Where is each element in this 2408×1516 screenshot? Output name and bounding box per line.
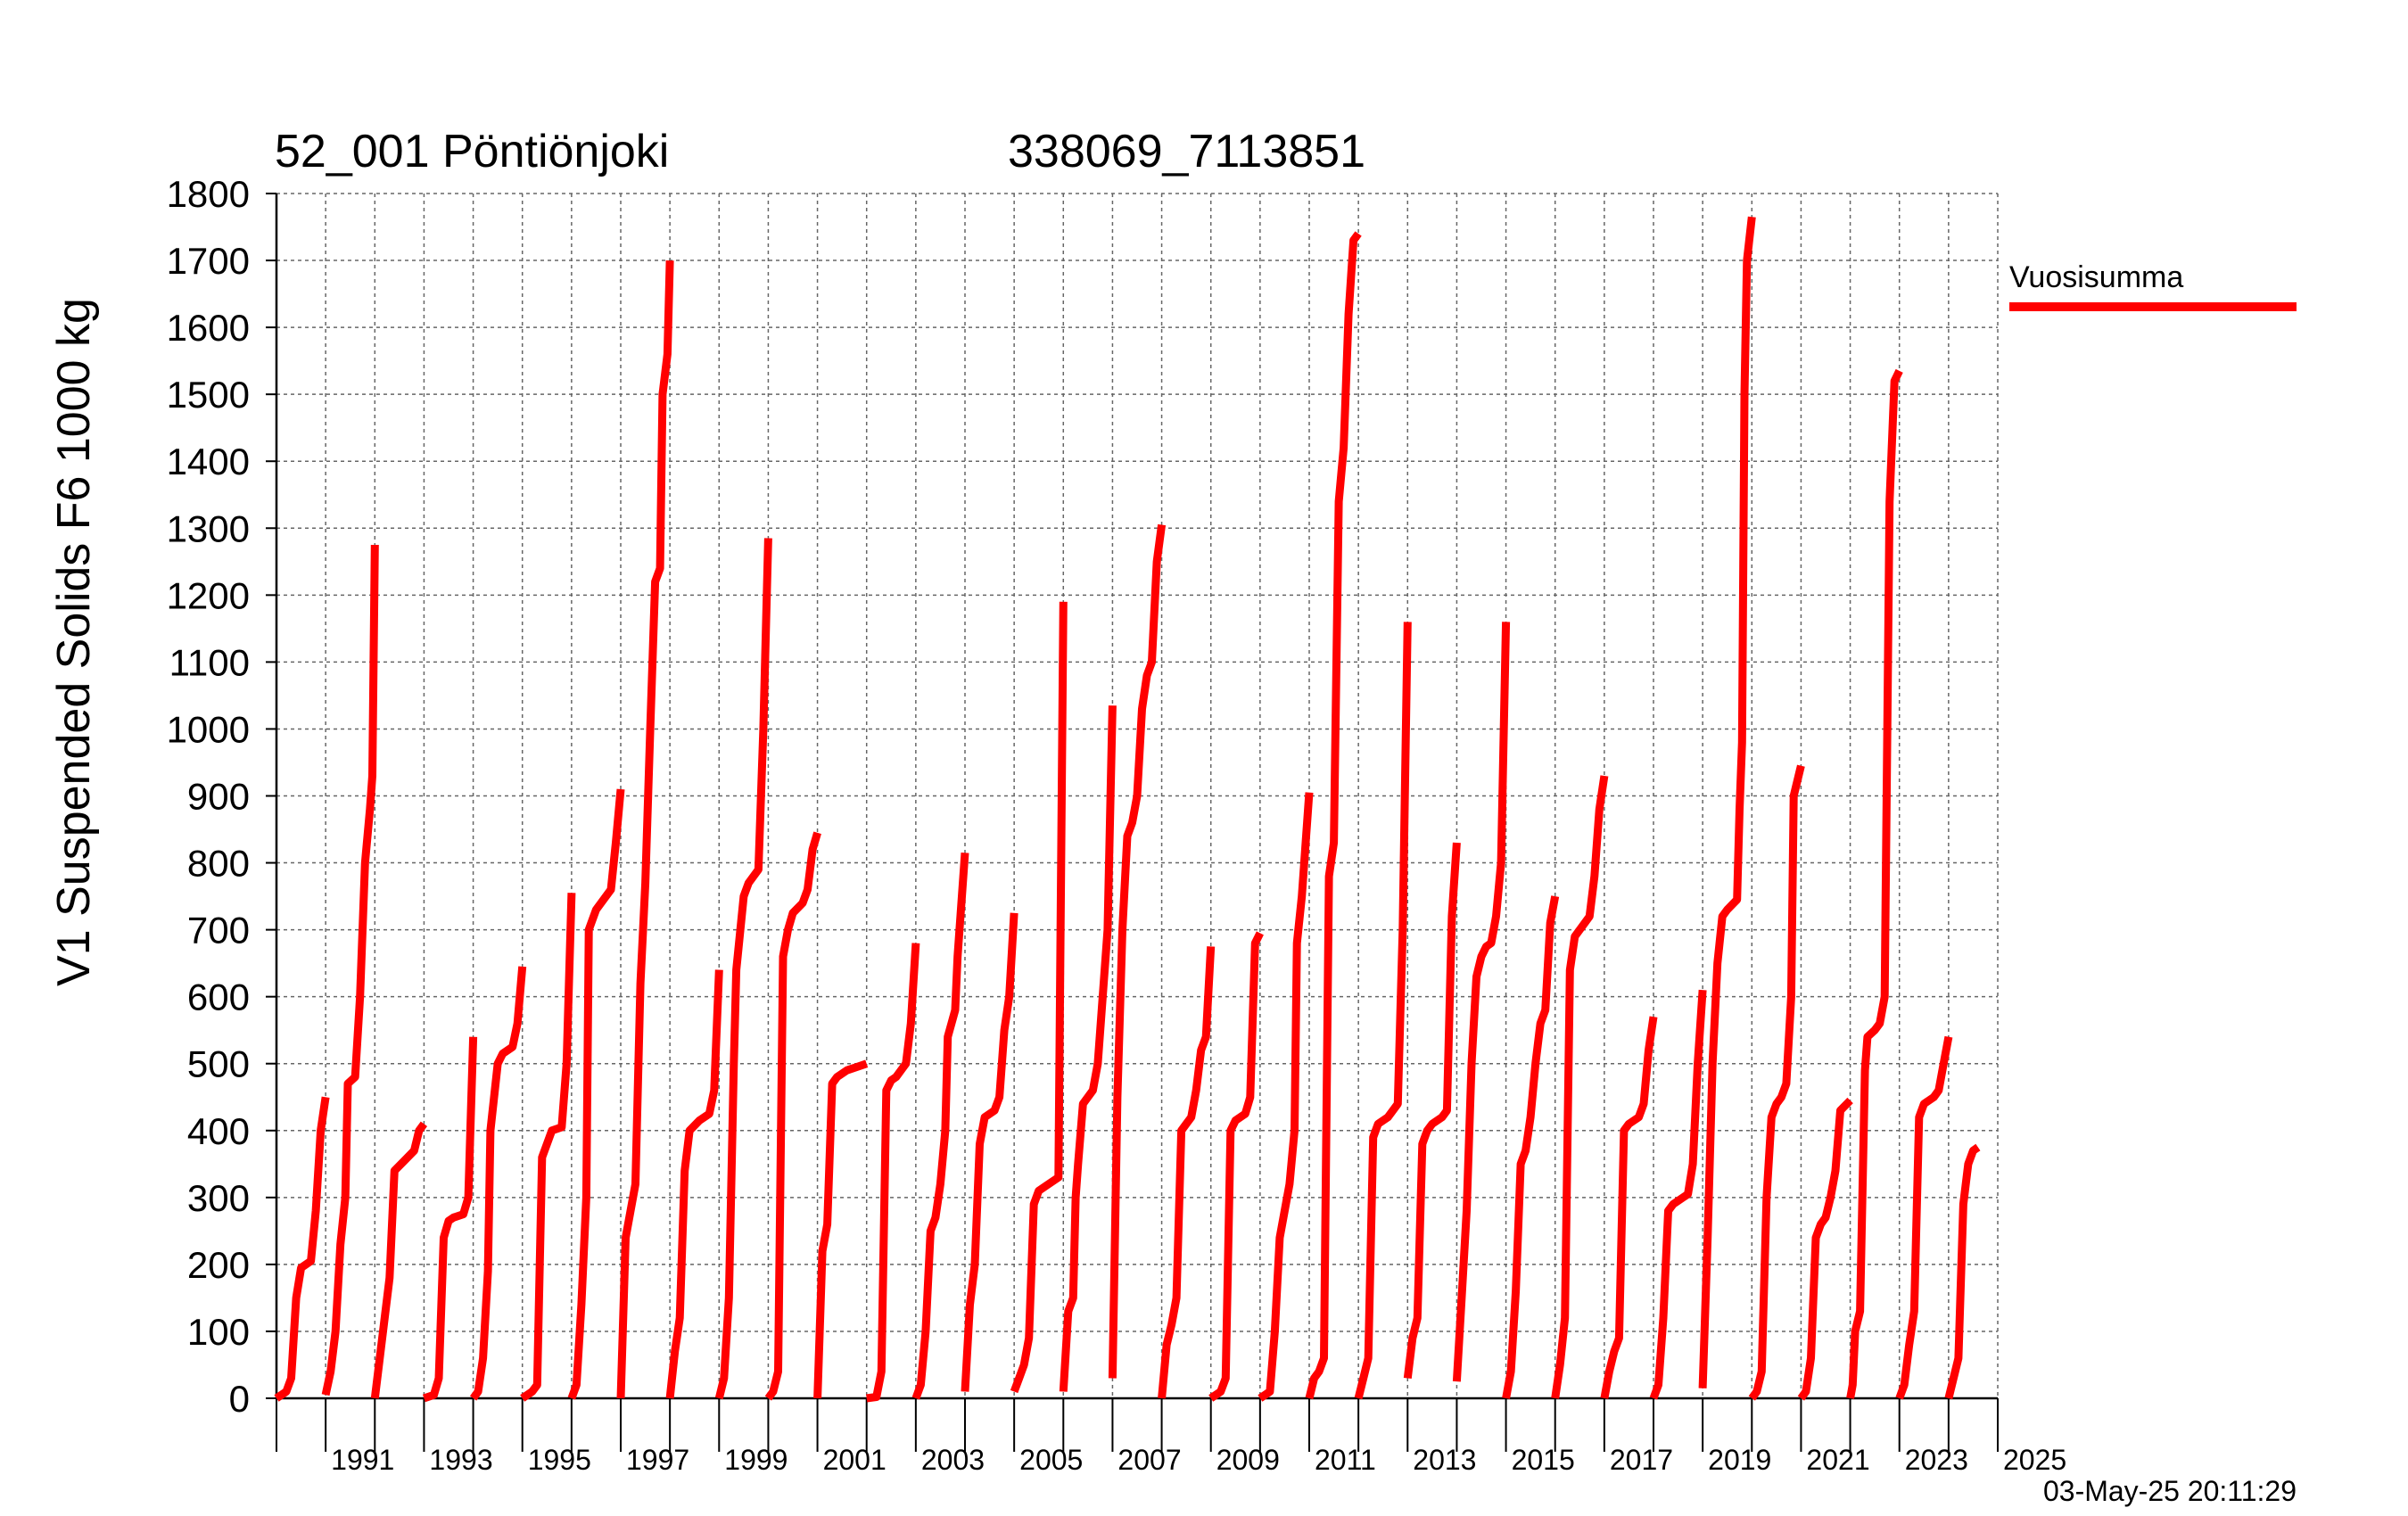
y-tick-label-300: 300 <box>187 1177 250 1219</box>
y-tick-label-100: 100 <box>187 1311 250 1353</box>
x-tick-label-2017: 2017 <box>1610 1444 1673 1476</box>
y-tick-label-400: 400 <box>187 1110 250 1152</box>
x-tick-label-2023: 2023 <box>1905 1444 1968 1476</box>
x-tick-label-2013: 2013 <box>1413 1444 1476 1476</box>
footer-timestamp: 03-May-25 20:11:29 <box>2043 1475 2297 1507</box>
y-axis-label: V1 Suspended Solids F6 1000 kg <box>48 298 100 986</box>
y-tick-label-700: 700 <box>187 910 250 952</box>
y-tick-label-1300: 1300 <box>167 507 250 549</box>
y-tick-label-200: 200 <box>187 1244 250 1286</box>
y-tick-label-1700: 1700 <box>167 240 250 282</box>
x-tick-label-2001: 2001 <box>823 1444 887 1476</box>
chart: 0 100 200 300 400 500 600 700 800 900 1000 1100 1200… <box>0 0 2408 1516</box>
y-tick-label-1800: 1800 <box>167 173 250 215</box>
x-tick-label-1999: 1999 <box>724 1444 788 1476</box>
x-tick-label-2005: 2005 <box>1019 1444 1083 1476</box>
x-tick-label-2021: 2021 <box>1806 1444 1869 1476</box>
y-tick-label-1400: 1400 <box>167 441 250 482</box>
x-tick-label-1993: 1993 <box>429 1444 492 1476</box>
x-tick-label-1995: 1995 <box>528 1444 591 1476</box>
station-coordinates: 338069_7113851 <box>1008 126 1365 177</box>
station-title: 52_001 Pöntiönjoki <box>275 126 669 177</box>
x-tick-label-2025: 2025 <box>2003 1444 2066 1476</box>
x-tick-label-2003: 2003 <box>921 1444 985 1476</box>
y-tick-label-600: 600 <box>187 976 250 1018</box>
y-tick-label-1600: 1600 <box>167 307 250 349</box>
x-tick-label-1997: 1997 <box>626 1444 689 1476</box>
x-tick-label-2015: 2015 <box>1512 1444 1575 1476</box>
legend-label-vuosisumma: Vuosisumma <box>2009 260 2183 294</box>
y-tick-label-1100: 1100 <box>169 641 250 683</box>
y-tick-label-1200: 1200 <box>167 574 250 616</box>
x-tick-label-2009: 2009 <box>1216 1444 1280 1476</box>
x-tick-label-2019: 2019 <box>1708 1444 1771 1476</box>
chart-background <box>0 0 2408 1516</box>
y-tick-label-1500: 1500 <box>167 374 250 416</box>
x-tick-label-1991: 1991 <box>331 1444 394 1476</box>
y-tick-label-0: 0 <box>229 1378 250 1420</box>
y-tick-label-900: 900 <box>187 776 250 818</box>
y-tick-label-1000: 1000 <box>167 708 250 750</box>
x-tick-label-2011: 2011 <box>1315 1444 1376 1476</box>
y-tick-label-800: 800 <box>187 843 250 885</box>
y-tick-label-500: 500 <box>187 1043 250 1085</box>
x-tick-label-2007: 2007 <box>1117 1444 1181 1476</box>
